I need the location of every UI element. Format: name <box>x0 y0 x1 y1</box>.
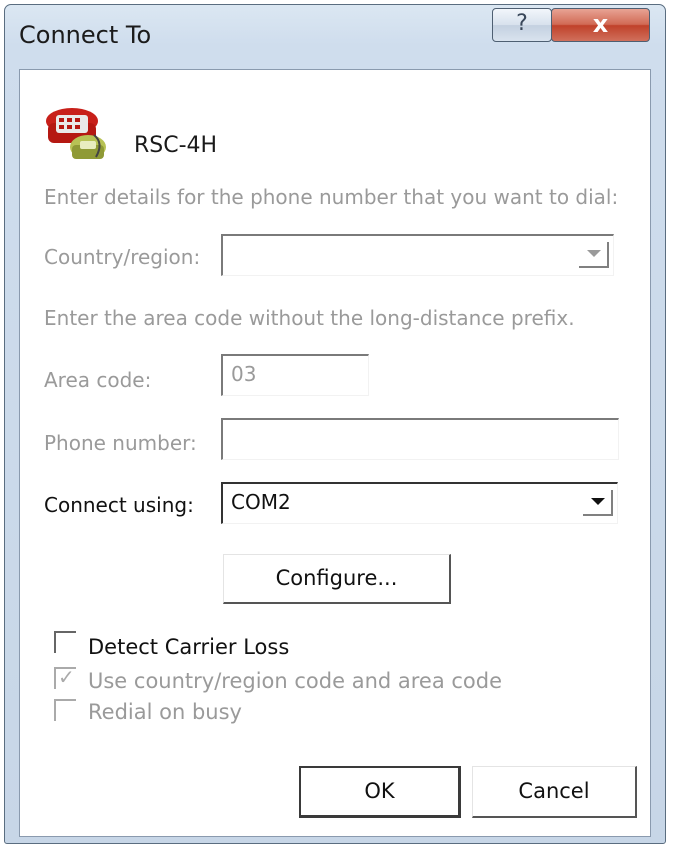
connect-using-label: Connect using: <box>44 493 194 517</box>
checkmark-icon: ✓ <box>58 665 75 689</box>
telephone-icon <box>46 108 106 159</box>
connect-to-dialog: Connect To ? x RSC-4H Enter details for … <box>4 4 666 844</box>
use-country-code-checkbox: ✓ <box>54 665 76 689</box>
connect-using-select[interactable]: COM2 <box>221 482 618 524</box>
title-bar[interactable]: Connect To ? x <box>5 5 665 65</box>
detect-carrier-loss-label: Detect Carrier Loss <box>88 635 290 659</box>
help-button[interactable]: ? <box>492 8 552 42</box>
configure-button[interactable]: Configure... <box>223 554 451 604</box>
help-icon: ? <box>516 11 528 36</box>
connect-using-value: COM2 <box>231 490 291 514</box>
close-button[interactable]: x <box>551 8 650 42</box>
area-code-label: Area code: <box>44 368 152 392</box>
phone-number-field <box>221 418 619 460</box>
dialog-client-area: RSC-4H Enter details for the phone numbe… <box>19 69 651 837</box>
chevron-down-icon[interactable] <box>583 490 613 516</box>
cancel-button-label: Cancel <box>518 779 590 803</box>
window-title: Connect To <box>19 21 152 49</box>
use-country-code-label: Use country/region code and area code <box>88 669 503 693</box>
redial-on-busy-checkbox <box>54 699 76 721</box>
phone-number-label: Phone number: <box>44 431 197 455</box>
country-region-select <box>221 234 614 276</box>
area-code-instruction: Enter the area code without the long-dis… <box>44 306 575 330</box>
area-code-field: 03 <box>221 354 369 396</box>
cancel-button[interactable]: Cancel <box>472 766 637 818</box>
detect-carrier-loss-checkbox[interactable] <box>54 631 76 653</box>
ok-button[interactable]: OK <box>299 766 461 818</box>
chevron-down-icon <box>579 242 609 268</box>
area-code-value: 03 <box>231 362 257 386</box>
redial-on-busy-label: Redial on busy <box>88 700 242 724</box>
ok-button-label: OK <box>364 779 395 803</box>
connection-name: RSC-4H <box>134 133 218 158</box>
phone-details-instruction: Enter details for the phone number that … <box>44 185 619 209</box>
close-icon: x <box>592 10 609 38</box>
country-region-label: Country/region: <box>44 245 201 269</box>
configure-button-label: Configure... <box>275 566 398 590</box>
